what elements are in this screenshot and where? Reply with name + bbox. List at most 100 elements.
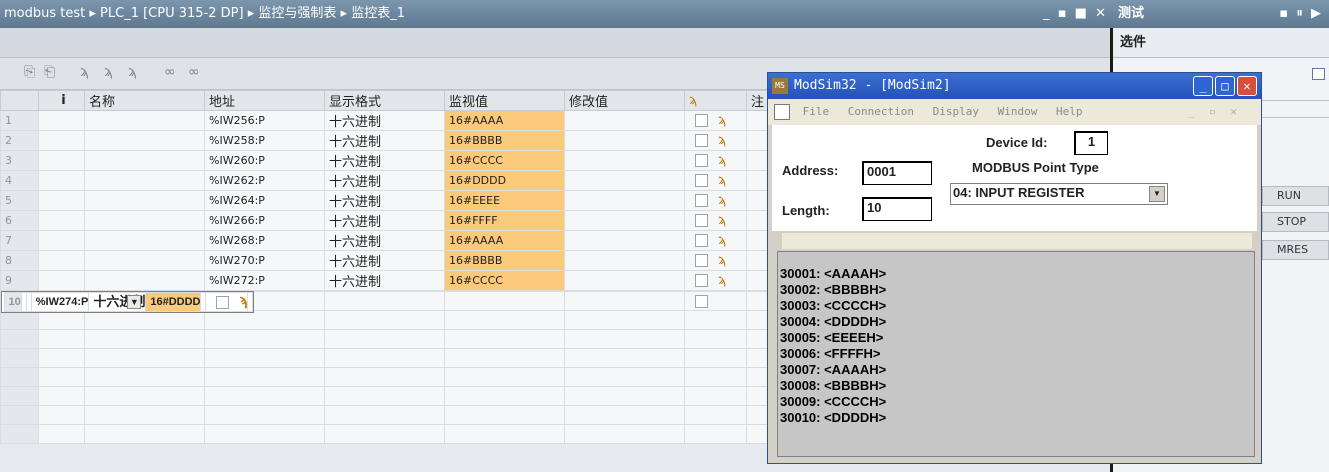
trigger-cell[interactable]: ϡ — [684, 190, 747, 211]
register-line[interactable]: 30003: <CCCCH> — [780, 298, 1254, 314]
trigger-cell[interactable]: ϡ — [684, 250, 747, 271]
trigger-cell[interactable]: ϡ — [684, 170, 747, 191]
register-line[interactable]: 30004: <DDDDH> — [780, 314, 1254, 330]
trigger-cell[interactable] — [684, 291, 747, 311]
display-format-cell[interactable]: 十六进制 — [324, 190, 445, 211]
modify-checkbox[interactable] — [695, 274, 708, 287]
header-name[interactable]: 名称 — [84, 90, 205, 111]
display-format-cell[interactable]: 十六进制 — [324, 130, 445, 151]
modify-checkbox[interactable] — [695, 154, 708, 167]
row-number[interactable]: 7 — [0, 230, 39, 251]
panel-toggle-icon[interactable] — [1312, 68, 1325, 80]
menu-file[interactable]: File — [803, 105, 830, 118]
modify-checkbox[interactable] — [695, 294, 708, 308]
trigger-cell[interactable]: ϡ — [684, 110, 747, 131]
mres-button[interactable]: MRES — [1262, 240, 1329, 260]
point-type-select[interactable]: 04: INPUT REGISTER ▼ — [950, 183, 1168, 205]
modify-checkbox[interactable] — [695, 214, 708, 227]
float-icon[interactable]: ▪ — [1279, 6, 1290, 21]
close-icon[interactable]: ✕ — [1095, 6, 1108, 21]
display-format-cell[interactable]: 十六进制 — [324, 270, 445, 291]
breadcrumb-plc[interactable]: PLC_1 [CPU 315-2 DP] — [100, 6, 244, 21]
register-line[interactable]: 30005: <EEEEH> — [780, 330, 1254, 346]
length-input[interactable]: 10 — [862, 197, 932, 221]
force-trigger-icon[interactable]: ϡ — [718, 173, 726, 188]
modify-value-cell[interactable] — [564, 250, 685, 271]
modify-with-trigger-icon[interactable]: ϡ — [104, 64, 113, 80]
monitor-all-icon[interactable]: ∞ — [164, 64, 176, 80]
name-cell[interactable] — [84, 250, 205, 271]
register-line[interactable]: 30009: <CCCCH> — [780, 394, 1254, 410]
row-number[interactable]: 9 — [0, 270, 39, 291]
display-format-cell[interactable]: 十六进制 — [324, 250, 445, 271]
stop-button[interactable]: STOP — [1262, 212, 1329, 232]
menu-connection[interactable]: Connection — [848, 105, 914, 118]
address-cell[interactable]: %IW264:P — [204, 190, 325, 211]
row-number[interactable]: 5 — [0, 190, 39, 211]
monitor-once-icon[interactable]: ∞ — [188, 64, 200, 80]
name-cell[interactable] — [84, 190, 205, 211]
address-cell[interactable]: %IW268:P — [204, 230, 325, 251]
header-monitor-value[interactable]: 监视值 — [444, 90, 565, 111]
register-line[interactable]: 30006: <FFFFH> — [780, 346, 1254, 362]
force-trigger-icon[interactable]: ϡ — [718, 213, 726, 228]
row-number[interactable]: 8 — [0, 250, 39, 271]
options-header[interactable]: 选件 — [1112, 28, 1329, 58]
display-format-cell[interactable]: 十六进制 — [324, 150, 445, 171]
register-line[interactable]: 30001: <AAAAH> — [780, 266, 1254, 282]
collapse-icon[interactable]: ⏸ — [1296, 6, 1305, 21]
force-trigger-icon[interactable]: ϡ — [239, 294, 246, 311]
row-number[interactable]: 10 — [3, 291, 22, 313]
header-address[interactable]: 地址 — [204, 90, 325, 111]
row-number[interactable]: 1 — [0, 110, 39, 131]
modify-now-icon[interactable]: ϡ — [80, 64, 89, 80]
force-trigger-icon[interactable]: ϡ — [718, 133, 726, 148]
menu-help[interactable]: Help — [1056, 105, 1083, 118]
modify-value-cell[interactable] — [564, 270, 685, 291]
modify-value-cell[interactable] — [564, 210, 685, 231]
maximize-button[interactable]: □ — [1215, 76, 1235, 96]
run-button[interactable]: RUN — [1262, 186, 1329, 206]
child-window-controls[interactable]: _ ▫ ✕ — [1188, 99, 1241, 125]
breadcrumb-project[interactable]: modbus test — [4, 6, 85, 21]
trigger-cell[interactable]: ϡ — [684, 210, 747, 231]
modsim-title-bar[interactable]: MS ModSim32 - [ModSim2] _ □ ✕ — [768, 73, 1261, 99]
modify-value-cell[interactable] — [564, 110, 685, 131]
force-trigger-icon[interactable]: ϡ — [718, 233, 726, 248]
table-row[interactable]: 10 ≣%IW274:P十六进制▼16#DDDD ϡ — [0, 291, 255, 314]
modify-value-cell[interactable] — [564, 130, 685, 151]
modify-value-cell[interactable] — [564, 291, 685, 311]
menu-window[interactable]: Window — [998, 105, 1038, 118]
chevron-down-icon[interactable]: ▼ — [127, 295, 142, 309]
modify-value-cell[interactable] — [564, 150, 685, 171]
address-cell[interactable]: %IW256:P — [204, 110, 325, 131]
modify-checkbox[interactable] — [695, 134, 708, 147]
name-cell[interactable] — [84, 270, 205, 291]
address-cell[interactable]: %IW266:P — [204, 210, 325, 231]
force-trigger-icon[interactable]: ϡ — [718, 193, 726, 208]
address-cell[interactable]: %IW274:P — [30, 291, 90, 313]
name-cell[interactable]: ≣ — [25, 291, 32, 313]
display-format-cell[interactable]: 十六进制 ▼ — [88, 291, 147, 313]
comment-cell[interactable] — [247, 291, 254, 313]
modify-checkbox[interactable] — [695, 114, 708, 127]
address-cell[interactable]: %IW270:P — [204, 250, 325, 271]
device-id-input[interactable]: 1 — [1074, 131, 1108, 155]
register-list[interactable]: 30001: <AAAAH> 30002: <BBBBH> 30003: <CCCC… — [777, 251, 1255, 457]
address-input[interactable]: 0001 — [862, 161, 932, 185]
trigger-cell[interactable]: ϡ — [684, 230, 747, 251]
trigger-cell[interactable]: ϡ — [684, 130, 747, 151]
enable-peripheral-outputs-icon[interactable]: ϡ — [128, 64, 137, 80]
modify-checkbox[interactable] — [216, 295, 230, 309]
trigger-cell[interactable]: ϡ — [684, 270, 747, 291]
minimize-icon[interactable]: _ — [1043, 6, 1052, 21]
insert-row-icon[interactable]: ⎘ — [24, 64, 35, 80]
force-trigger-icon[interactable]: ϡ — [718, 273, 726, 288]
address-cell[interactable]: %IW262:P — [204, 170, 325, 191]
row-number[interactable]: 2 — [0, 130, 39, 151]
row-number[interactable]: 4 — [0, 170, 39, 191]
trigger-cell[interactable]: ϡ — [684, 150, 747, 171]
address-cell[interactable]: %IW260:P — [204, 150, 325, 171]
force-trigger-icon[interactable]: ϡ — [718, 153, 726, 168]
name-cell[interactable] — [84, 230, 205, 251]
